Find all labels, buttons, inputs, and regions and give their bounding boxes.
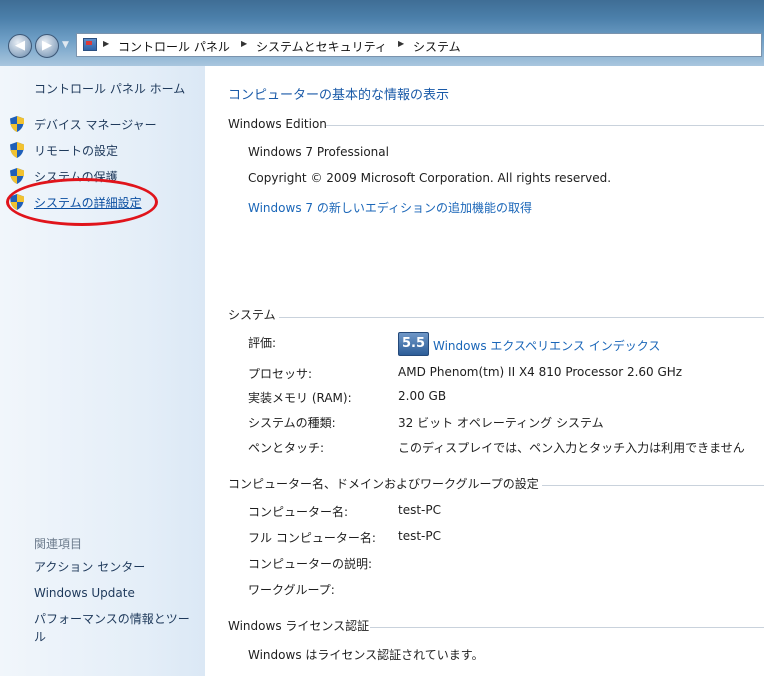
breadcrumb-separator-icon[interactable]: ▶ xyxy=(103,39,109,48)
shield-icon xyxy=(10,194,24,210)
forward-arrow-icon: ▶ xyxy=(42,38,52,53)
shield-icon xyxy=(10,116,24,132)
sidebar-item-label: デバイス マネージャー xyxy=(34,118,157,132)
breadcrumb-separator-icon[interactable]: ▶ xyxy=(241,39,247,48)
ram-value: 2.00 GB xyxy=(398,389,447,403)
title-bar: ◀ ▶ ▼ ▶ コントロール パネル ▶ システムとセキュリティ ▶ システム xyxy=(0,0,764,66)
breadcrumb-control-panel[interactable]: コントロール パネル xyxy=(118,38,230,55)
back-button[interactable]: ◀ xyxy=(8,34,32,58)
sidebar-item-label: システムの保護 xyxy=(34,170,118,184)
computer-name-value: test-PC xyxy=(398,503,441,517)
shield-icon xyxy=(10,168,24,184)
sidebar-item-label: システムの詳細設定 xyxy=(34,196,142,210)
section-activation: Windows ライセンス認証 xyxy=(228,619,370,633)
pen-touch-label: ペンとタッチ: xyxy=(248,441,325,455)
edition-name: Windows 7 Professional xyxy=(248,145,389,159)
wei-score-badge[interactable]: 5.5 xyxy=(398,332,429,356)
system-type-label: システムの種類: xyxy=(248,416,336,430)
pen-touch-value: このディスプレイでは、ペン入力とタッチ入力は利用できません xyxy=(398,441,745,455)
breadcrumb-system[interactable]: システム xyxy=(413,38,461,55)
related-heading: 関連項目 xyxy=(34,537,83,551)
breadcrumb-system-security[interactable]: システムとセキュリティ xyxy=(256,38,387,55)
computer-name-label: コンピューター名: xyxy=(248,505,349,519)
control-panel-home-link[interactable]: コントロール パネル ホーム xyxy=(34,80,185,97)
section-divider xyxy=(279,317,764,318)
section-computer-name: コンピューター名、ドメインおよびワークグループの設定 xyxy=(228,477,539,491)
processor-value: AMD Phenom(tm) II X4 810 Processor 2.60 … xyxy=(398,365,683,379)
back-arrow-icon: ◀ xyxy=(15,38,25,53)
copyright-text: Copyright © 2009 Microsoft Corporation. … xyxy=(248,171,612,185)
related-windows-update-link[interactable]: Windows Update xyxy=(34,584,135,602)
control-panel-icon xyxy=(83,38,97,51)
sidebar-item-label: リモートの設定 xyxy=(34,144,119,158)
main-content: コンピューターの基本的な情報の表示 Windows Edition Window… xyxy=(205,66,764,676)
breadcrumb-separator-icon[interactable]: ▶ xyxy=(398,39,404,48)
activation-status: Windows はライセンス認証されています。 xyxy=(248,648,484,662)
recent-pages-icon[interactable]: ▼ xyxy=(62,40,69,50)
section-divider xyxy=(326,125,764,126)
rating-label: 評価: xyxy=(248,336,277,350)
page-title: コンピューターの基本的な情報の表示 xyxy=(228,88,450,103)
description-label: コンピューターの説明: xyxy=(248,557,373,571)
forward-button[interactable]: ▶ xyxy=(35,34,59,58)
address-bar[interactable]: ▶ コントロール パネル ▶ システムとセキュリティ ▶ システム xyxy=(76,33,762,57)
sidebar: コントロール パネル ホーム デバイス マネージャー リモートの設定 システムの… xyxy=(0,66,205,676)
wei-link[interactable]: Windows エクスペリエンス インデックス xyxy=(433,337,660,354)
processor-label: プロセッサ: xyxy=(248,367,313,381)
full-name-label: フル コンピューター名: xyxy=(248,531,376,545)
edition-upgrade-link[interactable]: Windows 7 の新しいエディションの追加機能の取得 xyxy=(248,199,532,216)
section-windows-edition: Windows Edition xyxy=(228,117,327,131)
related-action-center-link[interactable]: アクション センター xyxy=(34,558,145,576)
ram-label: 実装メモリ (RAM): xyxy=(248,391,352,405)
section-divider xyxy=(370,627,764,628)
shield-icon xyxy=(10,142,24,158)
section-system: システム xyxy=(228,308,276,322)
workgroup-label: ワークグループ: xyxy=(248,583,335,597)
system-type-value: 32 ビット オペレーティング システム xyxy=(398,416,604,430)
full-name-value: test-PC xyxy=(398,529,441,543)
related-performance-link[interactable]: パフォーマンスの情報とツール xyxy=(34,610,199,646)
section-divider xyxy=(542,485,764,486)
